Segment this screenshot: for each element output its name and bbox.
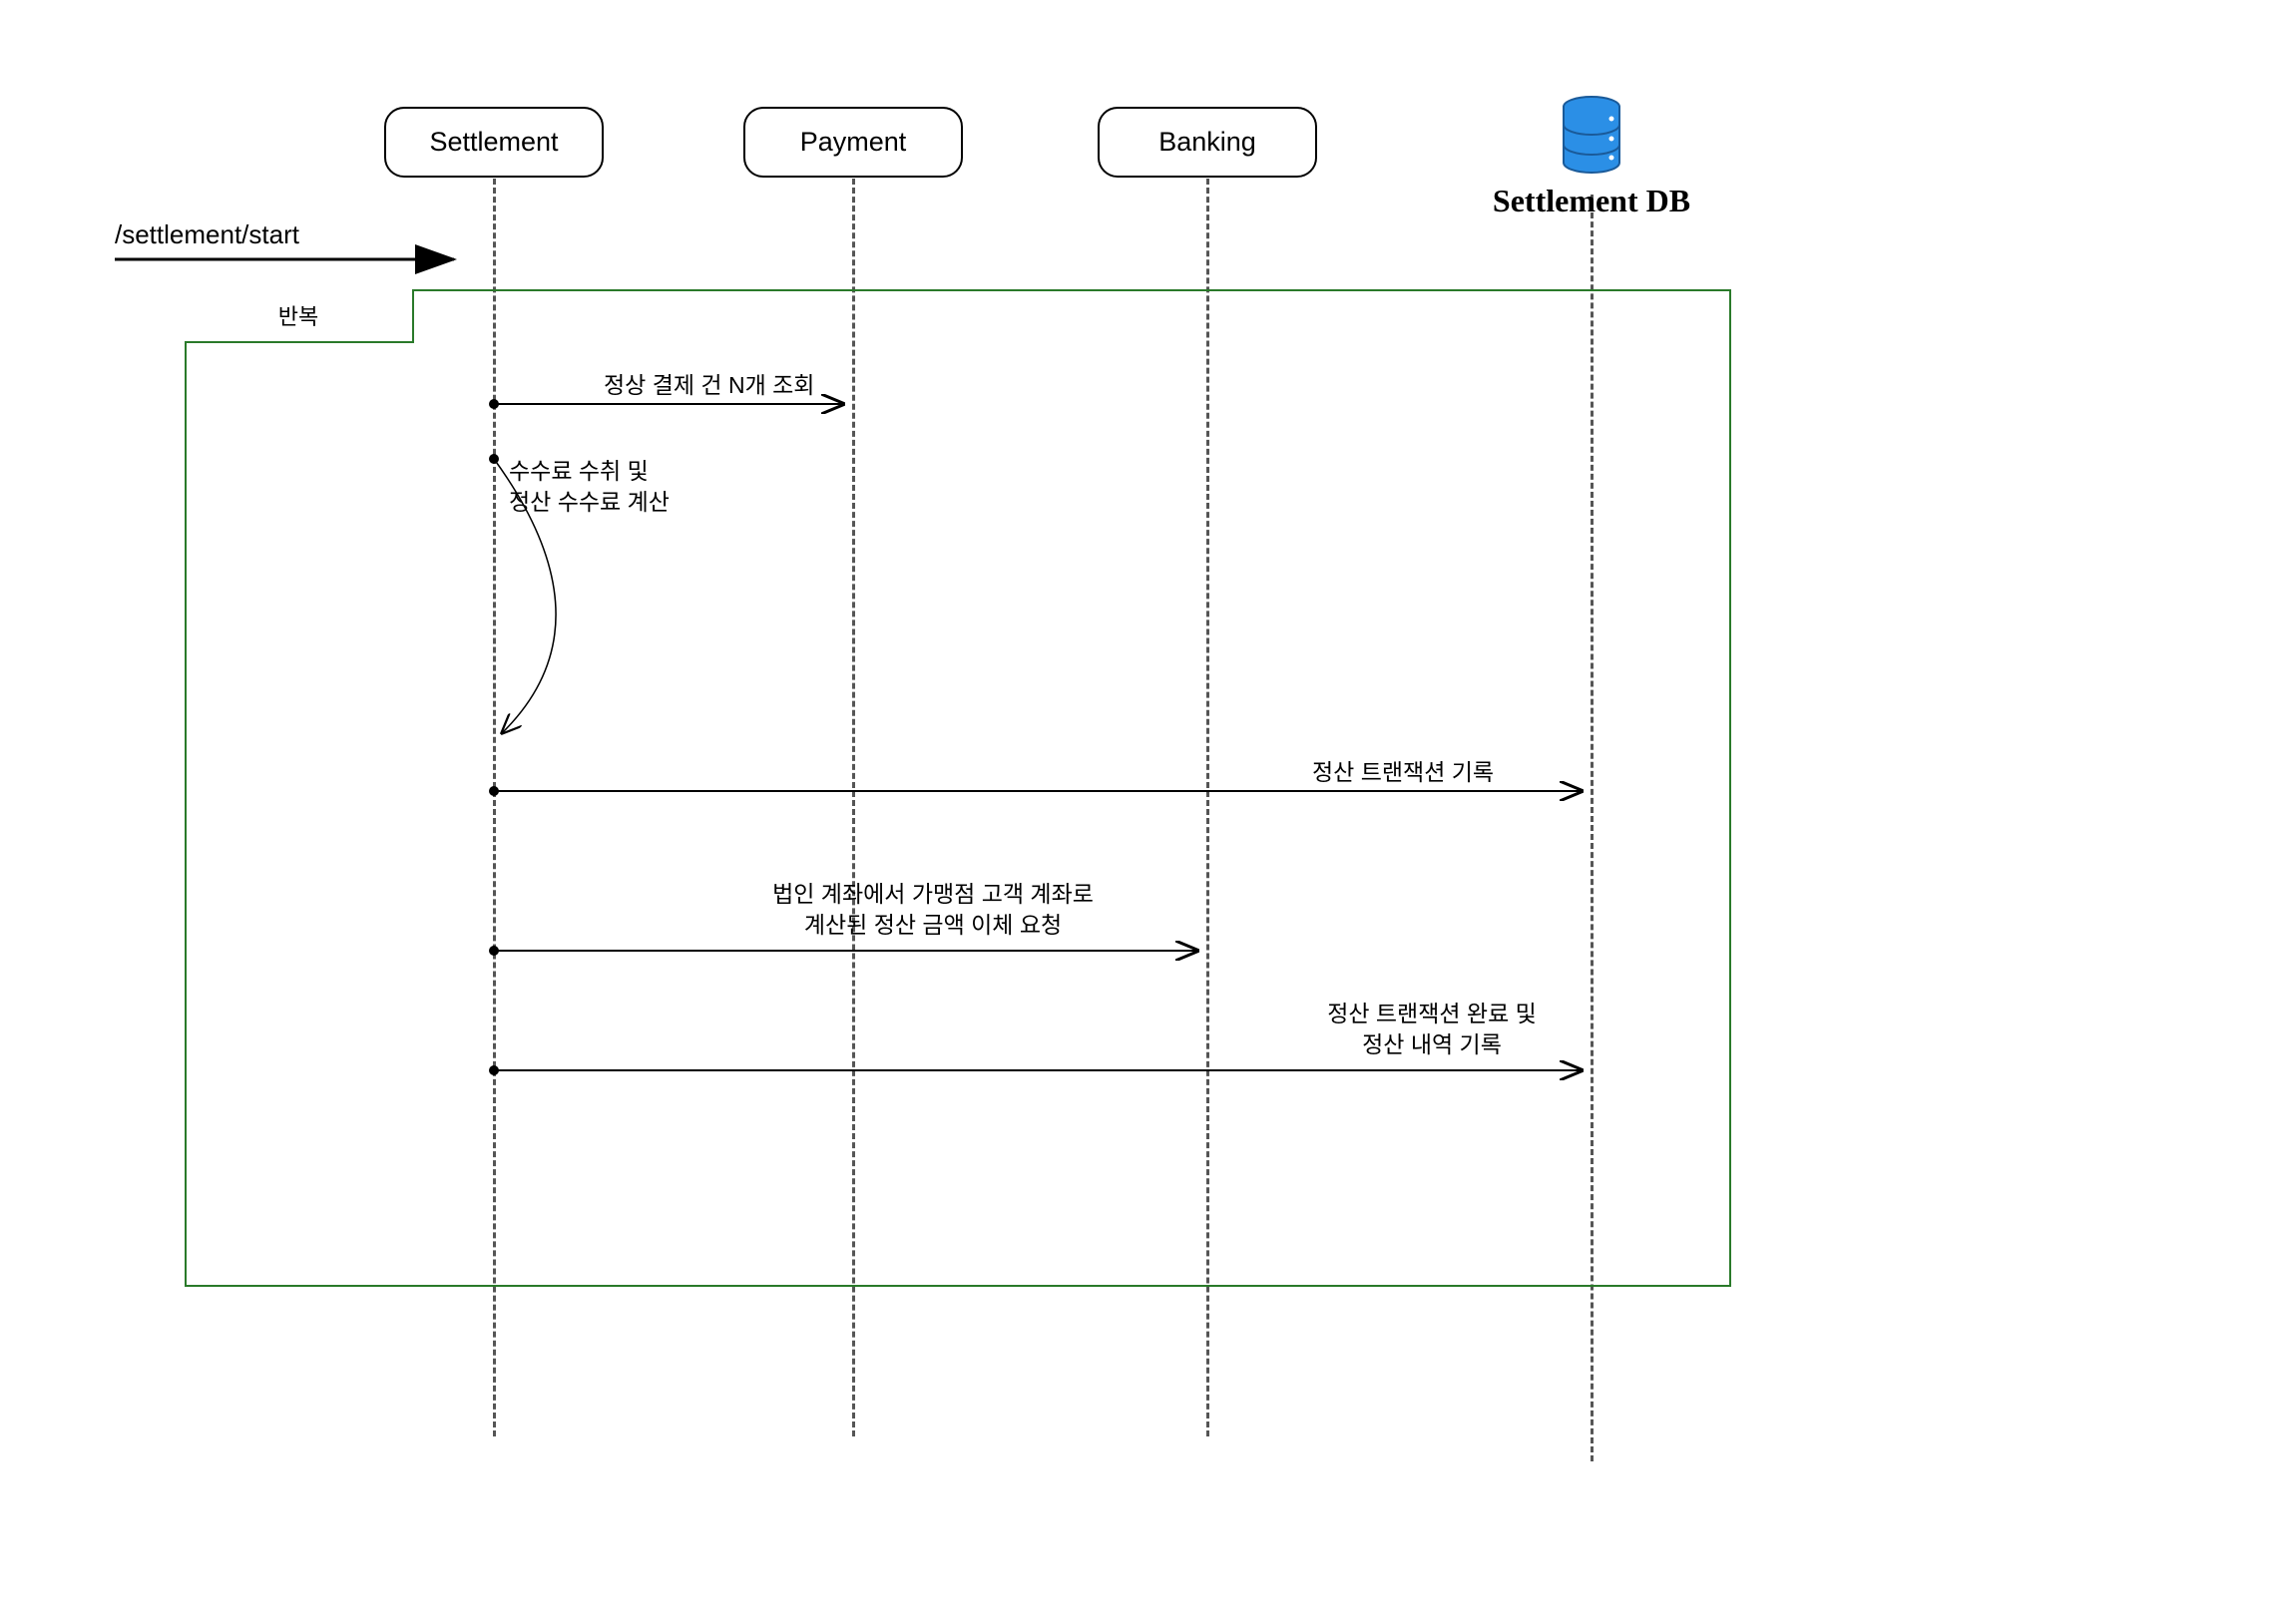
msg-label-transfer-request: 법인 계좌에서 가맹점 고객 계좌로 계산된 정산 금액 이체 요청 [674, 879, 1192, 941]
participant-banking: Banking [1098, 107, 1317, 178]
msg-label-query-payments: 정상 결제 건 N개 조회 [604, 370, 814, 401]
sequence-diagram: Settlement Payment Banking Settlement DB… [115, 95, 2160, 1491]
loop-fragment [185, 289, 1731, 1287]
participant-settlement: Settlement [384, 107, 604, 178]
loop-fragment-label: 반복 [185, 289, 414, 343]
db-label: Settlement DB [1472, 183, 1711, 219]
participant-payment: Payment [743, 107, 963, 178]
database-icon [1560, 95, 1623, 180]
msg-label-record-tx: 정산 트랜잭션 기록 [1312, 757, 1494, 788]
msg-label-calc-fee: 수수료 수취 및 정산 수수료 계산 [509, 456, 670, 518]
trigger-label: /settlement/start [115, 219, 299, 250]
msg-label-complete-record: 정산 트랜잭션 완료 및 정산 내역 기록 [1272, 999, 1592, 1060]
